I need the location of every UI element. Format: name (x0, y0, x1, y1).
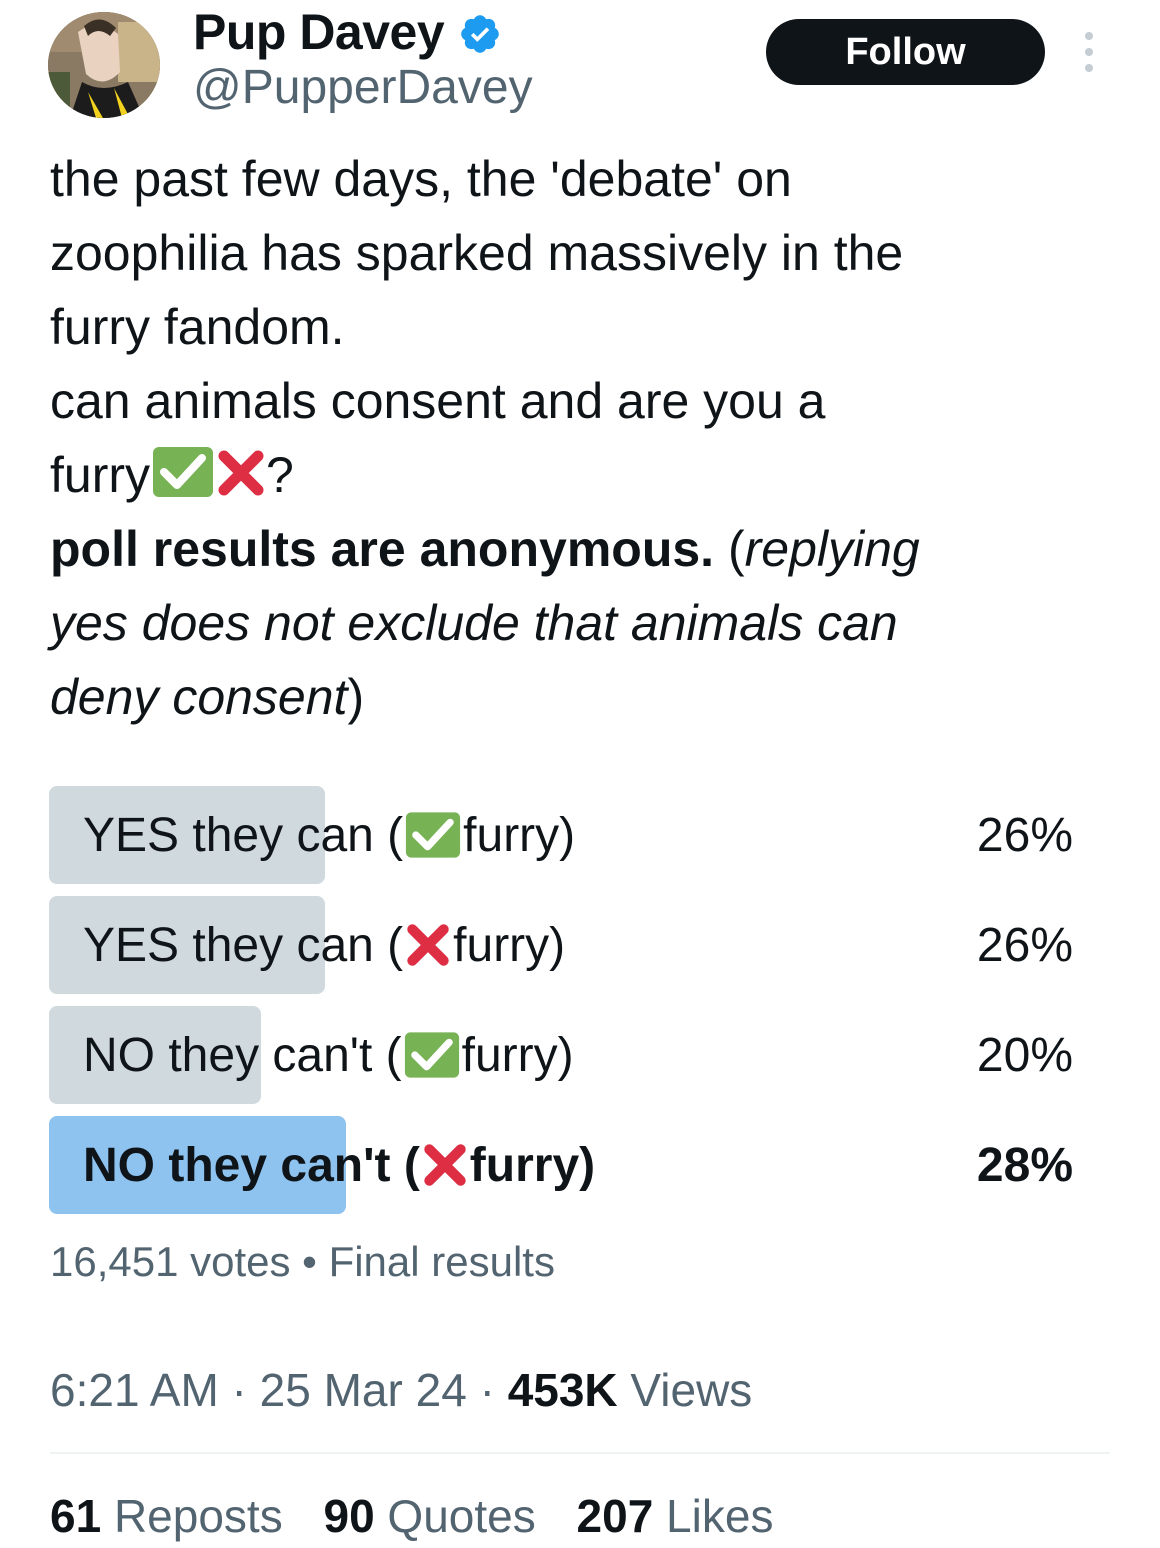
quotes-label: Quotes (374, 1490, 536, 1542)
verified-badge-icon (461, 15, 499, 53)
poll-meta: 16,451 votes • Final results (50, 1234, 555, 1290)
tweet-line: poll results are anonymous. (replying (50, 512, 1130, 586)
poll-option-suffix: furry) (469, 1138, 596, 1192)
cross-emoji-icon (407, 924, 449, 966)
separator: · (218, 1364, 260, 1416)
quotes-stat[interactable]: 90 Quotes (323, 1490, 535, 1542)
quotes-count: 90 (323, 1490, 375, 1542)
tweet-line: furry? (50, 438, 1130, 512)
reposts-stat[interactable]: 61 Reposts (50, 1490, 283, 1542)
check-emoji-icon (404, 1032, 459, 1078)
tweet-card: Pup Davey @PupperDavey Follow the past f… (0, 0, 1160, 1548)
tweet-time[interactable]: 6:21 AM (50, 1364, 219, 1416)
reposts-count: 61 (50, 1490, 102, 1542)
poll-option: YES they can ( furry) 26% (49, 786, 1073, 884)
poll-option: NO they can't ( furry) 28% (49, 1116, 1073, 1214)
poll-option-suffix: furry) (463, 808, 576, 862)
poll-option-label: YES they can ( furry) (83, 896, 565, 994)
tweet-line: can animals consent and are you a (50, 373, 826, 429)
cross-emoji-icon (218, 450, 264, 496)
poll-option-label: NO they can't ( furry) (83, 1116, 595, 1214)
poll-votes: 16,451 votes (50, 1238, 291, 1285)
poll-status: Final results (328, 1238, 555, 1285)
poll-option-percent: 28% (976, 1138, 1073, 1192)
poll-option-prefix: YES they can ( (83, 918, 404, 972)
avatar-image (48, 12, 160, 118)
tweet-line: the past few days, the 'debate' on (50, 151, 792, 207)
views-count: 453K (507, 1364, 618, 1416)
cross-emoji-icon (424, 1144, 466, 1186)
separator: • (290, 1238, 329, 1285)
engagement-stats: 61 Reposts 90 Quotes 207 Likes (50, 1486, 801, 1546)
poll-option: YES they can ( furry) 26% (49, 896, 1073, 994)
poll-option: NO they can't ( furry) 20% (49, 1006, 1073, 1104)
tweet-word: ? (266, 447, 294, 503)
check-emoji-icon (406, 812, 461, 858)
author-name-row: Pup Davey (193, 2, 502, 62)
follow-button[interactable]: Follow (766, 19, 1045, 85)
display-name[interactable]: Pup Davey (193, 2, 445, 62)
poll-option-label: NO they can't ( furry) (83, 1006, 574, 1104)
poll-option-prefix: NO they can't ( (83, 1138, 420, 1192)
timestamp: 6:21 AM · 25 Mar 24 · 453K Views (50, 1360, 752, 1420)
poll-option-suffix: furry) (461, 1028, 574, 1082)
paren: ( (714, 521, 745, 577)
poll-option-percent: 26% (976, 918, 1073, 972)
poll: YES they can ( furry) 26% YES they can ( fur… (49, 786, 1073, 1226)
tweet-date[interactable]: 25 Mar 24 (260, 1364, 467, 1416)
poll-option-percent: 20% (976, 1028, 1073, 1082)
separator: · (466, 1364, 508, 1416)
poll-option-prefix: NO they can't ( (83, 1028, 402, 1082)
likes-label: Likes (653, 1490, 774, 1542)
tweet-line: yes does not exclude that animals can (50, 595, 898, 651)
tweet-word: furry (50, 447, 150, 503)
italic-text: replying (744, 521, 920, 577)
views-label: Views (617, 1364, 753, 1416)
bold-text: poll results are anonymous. (50, 521, 715, 577)
avatar[interactable] (48, 12, 160, 118)
tweet-text: the past few days, the 'debate' on zooph… (50, 142, 1130, 734)
tweet-line: furry fandom. (50, 299, 345, 355)
tweet-line: zoophilia has sparked massively in the (50, 225, 904, 281)
poll-option-suffix: furry) (453, 918, 566, 972)
check-emoji-icon (153, 447, 213, 497)
poll-option-label: YES they can ( furry) (83, 786, 575, 884)
italic-text: deny consent (50, 669, 348, 725)
more-options-icon[interactable] (1076, 30, 1102, 74)
likes-count: 207 (576, 1490, 654, 1542)
poll-option-percent: 26% (976, 808, 1073, 862)
reposts-label: Reposts (101, 1490, 283, 1542)
author-handle[interactable]: @PupperDavey (193, 60, 533, 116)
poll-option-prefix: YES they can ( (83, 808, 404, 862)
paren: ) (347, 669, 365, 725)
tweet-line: deny consent) (50, 660, 1130, 734)
likes-stat[interactable]: 207 Likes (577, 1490, 774, 1542)
divider (50, 1452, 1110, 1454)
